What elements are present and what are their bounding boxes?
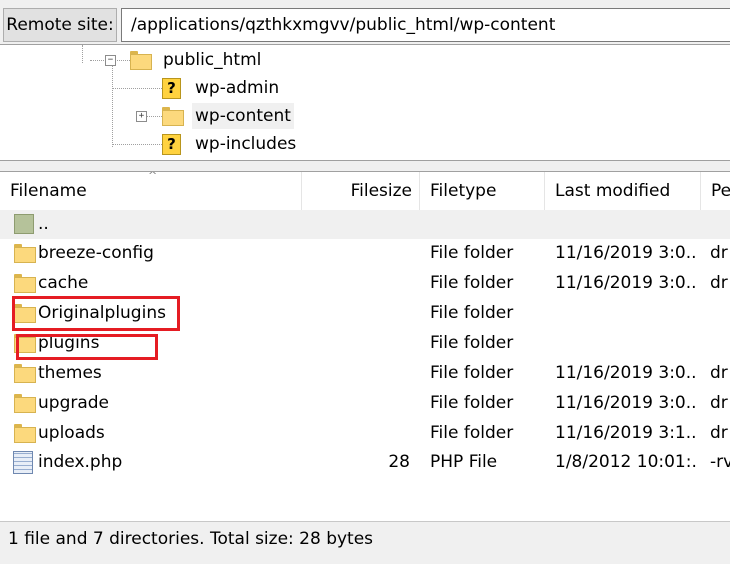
remote-site-bar: Remote site: /applications/qzthkxmgvv/pu… [0,0,730,48]
file-last-modified: 11/16/2019 3:0... [555,363,697,383]
folder-icon [14,424,36,443]
file-list-header: Filename ^ Filesize Filetype Last modifi… [0,172,730,210]
pane-splitter[interactable] [0,161,730,171]
file-size [302,389,410,418]
file-type: File folder [430,333,514,353]
column-header-label: Filetype [430,181,497,201]
parent-directory-icon [14,214,34,234]
file-row-parent[interactable]: .. [0,210,730,239]
annotation-highlight-plugins [16,334,158,360]
file-row[interactable]: themes File folder 11/16/2019 3:0... dr [0,359,730,388]
annotation-highlight-originalplugins [12,296,180,331]
file-permissions: dr [710,273,728,293]
tree-node-label: wp-admin [195,78,280,98]
file-permissions: -rv [710,452,730,472]
status-bar: 1 file and 7 directories. Total size: 28… [0,521,730,564]
column-header-filetype[interactable]: Filetype [420,172,545,210]
status-text: 1 file and 7 directories. Total size: 28… [8,529,374,549]
file-size [302,299,410,328]
column-header-label: Last modified [555,181,671,201]
file-last-modified: 1/8/2012 10:01:... [555,452,697,472]
remote-file-list[interactable]: Filename ^ Filesize Filetype Last modifi… [0,171,730,521]
file-name: breeze-config [38,243,154,263]
file-type: File folder [430,303,514,323]
file-name: themes [38,363,102,383]
file-size [302,239,410,268]
column-header-permissions[interactable]: Pe [701,172,730,210]
file-name: upgrade [38,393,110,413]
sort-ascending-icon: ^ [148,171,158,182]
folder-icon [162,107,184,126]
file-last-modified [555,299,697,328]
file-size: 28 [388,452,410,472]
remote-directory-tree[interactable]: − public_html ? wp-admin + wp-content ? … [0,44,730,161]
tree-node-label: wp-content [192,103,294,129]
file-size [302,359,410,388]
file-permissions [710,299,730,328]
tree-node-label: public_html [163,50,262,70]
file-permissions: dr [710,393,728,413]
tree-guide-line [112,144,162,145]
file-name: cache [38,273,89,293]
tree-guide-line [112,57,113,147]
tree-collapse-button[interactable]: − [105,55,116,66]
file-type: File folder [430,363,514,383]
column-header-filesize[interactable]: Filesize [302,172,420,210]
file-type: File folder [430,393,514,413]
folder-icon [14,244,36,263]
folder-icon [14,274,36,293]
folder-icon [130,51,152,70]
file-name: .. [38,214,49,234]
tree-guide-line [112,88,162,89]
column-header-label: Filesize [350,181,412,201]
question-icon: ? [162,134,181,155]
file-last-modified: 11/16/2019 3:0... [555,243,697,263]
file-name: uploads [38,423,105,443]
file-type: PHP File [430,452,498,472]
tree-node-label: wp-includes [195,134,297,154]
file-permissions [710,329,730,358]
file-row[interactable]: breeze-config File folder 11/16/2019 3:0… [0,239,730,268]
tree-guide-line [82,45,83,63]
file-last-modified: 11/16/2019 3:0... [555,273,697,293]
folder-icon [14,364,36,383]
file-size [302,269,410,298]
file-type: File folder [430,273,514,293]
file-last-modified [555,329,697,358]
file-type: File folder [430,423,514,443]
remote-site-path-input[interactable]: /applications/qzthkxmgvv/public_html/wp-… [121,8,730,42]
column-header-label: Filename [10,181,87,201]
file-last-modified: 11/16/2019 3:0... [555,393,697,413]
file-permissions: dr [710,243,728,263]
column-header-label: Pe [711,181,730,201]
file-name: index.php [38,452,123,472]
php-file-icon [13,451,33,474]
file-type: File folder [430,243,514,263]
file-permissions: dr [710,423,728,443]
question-icon: ? [162,78,181,99]
file-row[interactable]: cache File folder 11/16/2019 3:0... dr [0,269,730,298]
tree-expand-button[interactable]: + [136,111,147,122]
file-row[interactable]: index.php 28 PHP File 1/8/2012 10:01:...… [0,448,730,477]
file-permissions: dr [710,363,728,383]
file-size [302,419,410,448]
tree-guide-line [146,116,162,117]
file-row[interactable]: upgrade File folder 11/16/2019 3:0... dr [0,389,730,418]
folder-icon [14,394,36,413]
remote-site-label: Remote site: [3,8,117,42]
file-size [302,329,410,358]
file-last-modified: 11/16/2019 3:1... [555,423,697,443]
file-row[interactable]: uploads File folder 11/16/2019 3:1... dr [0,419,730,448]
column-header-last-modified[interactable]: Last modified [545,172,701,210]
